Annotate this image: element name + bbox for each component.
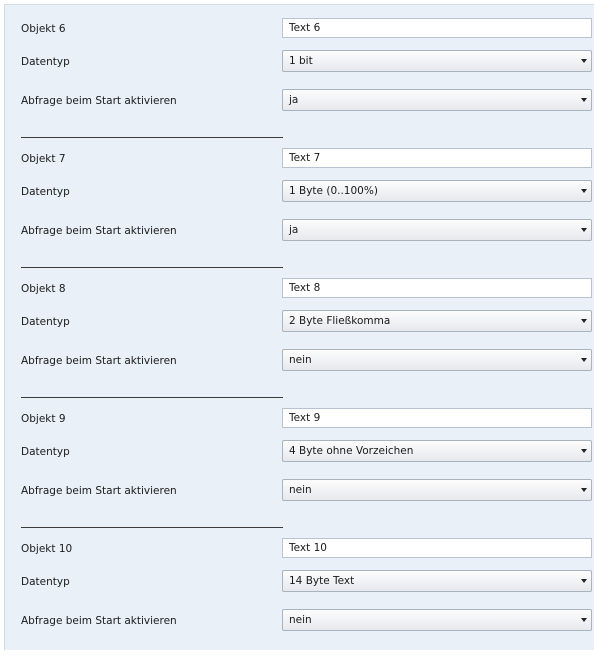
object-text-field[interactable]: Text 8	[282, 278, 592, 298]
query-selected-value: nein	[289, 614, 312, 626]
datatype-row: Datentyp 4 Byte ohne Vorzeichen	[5, 440, 595, 464]
datatype-row: Datentyp 14 Byte Text	[5, 570, 595, 594]
chevron-down-icon	[581, 189, 587, 193]
object-text-field[interactable]: Text 10	[282, 538, 592, 558]
query-label: Abfrage beim Start aktivieren	[21, 615, 177, 627]
query-label: Abfrage beim Start aktivieren	[21, 485, 177, 497]
query-selected-value: nein	[289, 484, 312, 496]
chevron-down-icon	[581, 228, 587, 232]
object-name-row: Objekt 6 Text 6	[5, 17, 595, 41]
object-name-row: Objekt 9 Text 9	[5, 407, 595, 431]
datatype-dropdown[interactable]: 2 Byte Fließkomma	[282, 310, 592, 332]
datatype-dropdown[interactable]: 1 Byte (0..100%)	[282, 180, 592, 202]
datatype-selected-value: 4 Byte ohne Vorzeichen	[289, 445, 414, 457]
datatype-dropdown[interactable]: 4 Byte ohne Vorzeichen	[282, 440, 592, 462]
datatype-label: Datentyp	[21, 316, 70, 328]
query-row: Abfrage beim Start aktivieren nein	[5, 479, 595, 503]
chevron-down-icon	[581, 488, 587, 492]
datatype-selected-value: 1 bit	[289, 55, 313, 67]
object-name-row: Objekt 7 Text 7	[5, 147, 595, 171]
chevron-down-icon	[581, 358, 587, 362]
query-selected-value: nein	[289, 354, 312, 366]
object-group: Objekt 10 Text 10 Datentyp 14 Byte Text …	[5, 525, 595, 655]
query-row: Abfrage beim Start aktivieren ja	[5, 89, 595, 113]
datatype-label: Datentyp	[21, 446, 70, 458]
query-dropdown[interactable]: ja	[282, 89, 592, 111]
object-text-field[interactable]: Text 7	[282, 148, 592, 168]
query-dropdown[interactable]: nein	[282, 479, 592, 501]
query-row: Abfrage beim Start aktivieren nein	[5, 609, 595, 633]
datatype-dropdown[interactable]: 14 Byte Text	[282, 570, 592, 592]
object-label: Objekt 10	[21, 543, 73, 555]
object-group: Objekt 8 Text 8 Datentyp 2 Byte Fließkom…	[5, 265, 595, 395]
chevron-down-icon	[581, 319, 587, 323]
datatype-label: Datentyp	[21, 576, 70, 588]
chevron-down-icon	[581, 59, 587, 63]
query-row: Abfrage beim Start aktivieren ja	[5, 219, 595, 243]
datatype-row: Datentyp 1 Byte (0..100%)	[5, 180, 595, 204]
chevron-down-icon	[581, 98, 587, 102]
query-label: Abfrage beim Start aktivieren	[21, 355, 177, 367]
chevron-down-icon	[581, 579, 587, 583]
object-group: Objekt 7 Text 7 Datentyp 1 Byte (0..100%…	[5, 135, 595, 265]
datatype-row: Datentyp 2 Byte Fließkomma	[5, 310, 595, 334]
query-label: Abfrage beim Start aktivieren	[21, 95, 177, 107]
object-label: Objekt 9	[21, 413, 66, 425]
datatype-selected-value: 14 Byte Text	[289, 575, 355, 587]
parameter-panel: Objekt 6 Text 6 Datentyp 1 bit Abfrage b…	[4, 4, 594, 650]
query-row: Abfrage beim Start aktivieren nein	[5, 349, 595, 373]
query-label: Abfrage beim Start aktivieren	[21, 225, 177, 237]
object-name-row: Objekt 10 Text 10	[5, 537, 595, 561]
query-selected-value: ja	[289, 94, 299, 106]
chevron-down-icon	[581, 618, 587, 622]
object-text-field[interactable]: Text 6	[282, 18, 592, 38]
query-dropdown[interactable]: nein	[282, 609, 592, 631]
datatype-label: Datentyp	[21, 186, 70, 198]
datatype-label: Datentyp	[21, 56, 70, 68]
query-dropdown[interactable]: nein	[282, 349, 592, 371]
chevron-down-icon	[581, 449, 587, 453]
datatype-selected-value: 2 Byte Fließkomma	[289, 315, 391, 327]
query-selected-value: ja	[289, 224, 299, 236]
object-label: Objekt 7	[21, 153, 66, 165]
object-text-field[interactable]: Text 9	[282, 408, 592, 428]
object-name-row: Objekt 8 Text 8	[5, 277, 595, 301]
query-dropdown[interactable]: ja	[282, 219, 592, 241]
object-label: Objekt 8	[21, 283, 66, 295]
datatype-selected-value: 1 Byte (0..100%)	[289, 185, 378, 197]
object-group: Objekt 6 Text 6 Datentyp 1 bit Abfrage b…	[5, 5, 595, 135]
datatype-row: Datentyp 1 bit	[5, 50, 595, 74]
object-label: Objekt 6	[21, 23, 66, 35]
object-group: Objekt 9 Text 9 Datentyp 4 Byte ohne Vor…	[5, 395, 595, 525]
datatype-dropdown[interactable]: 1 bit	[282, 50, 592, 72]
